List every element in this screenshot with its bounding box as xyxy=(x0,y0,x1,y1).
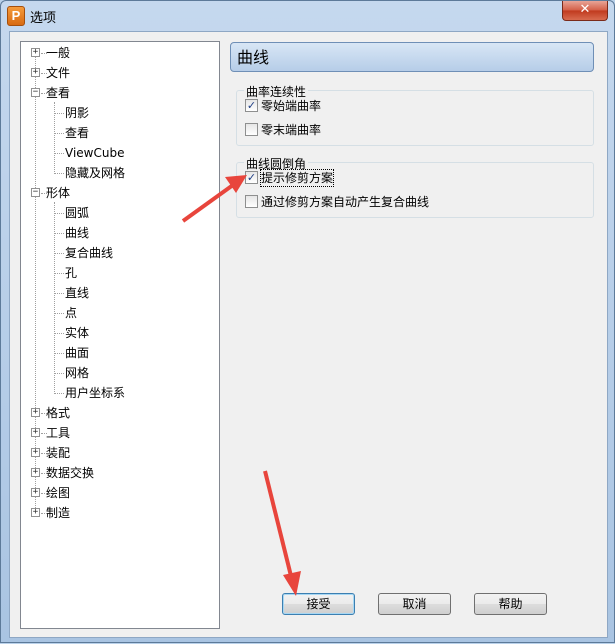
arrow-to-accept-icon xyxy=(263,470,301,596)
annotation-arrows xyxy=(181,175,301,596)
options-dialog: P 选项 ✕ + 一般 + 文件 − 查看 阴影 查看 ViewCube 隐藏及网格 − 形体 圆弧 曲线… xyxy=(0,0,615,643)
arrow-to-checkbox-icon xyxy=(181,175,247,223)
